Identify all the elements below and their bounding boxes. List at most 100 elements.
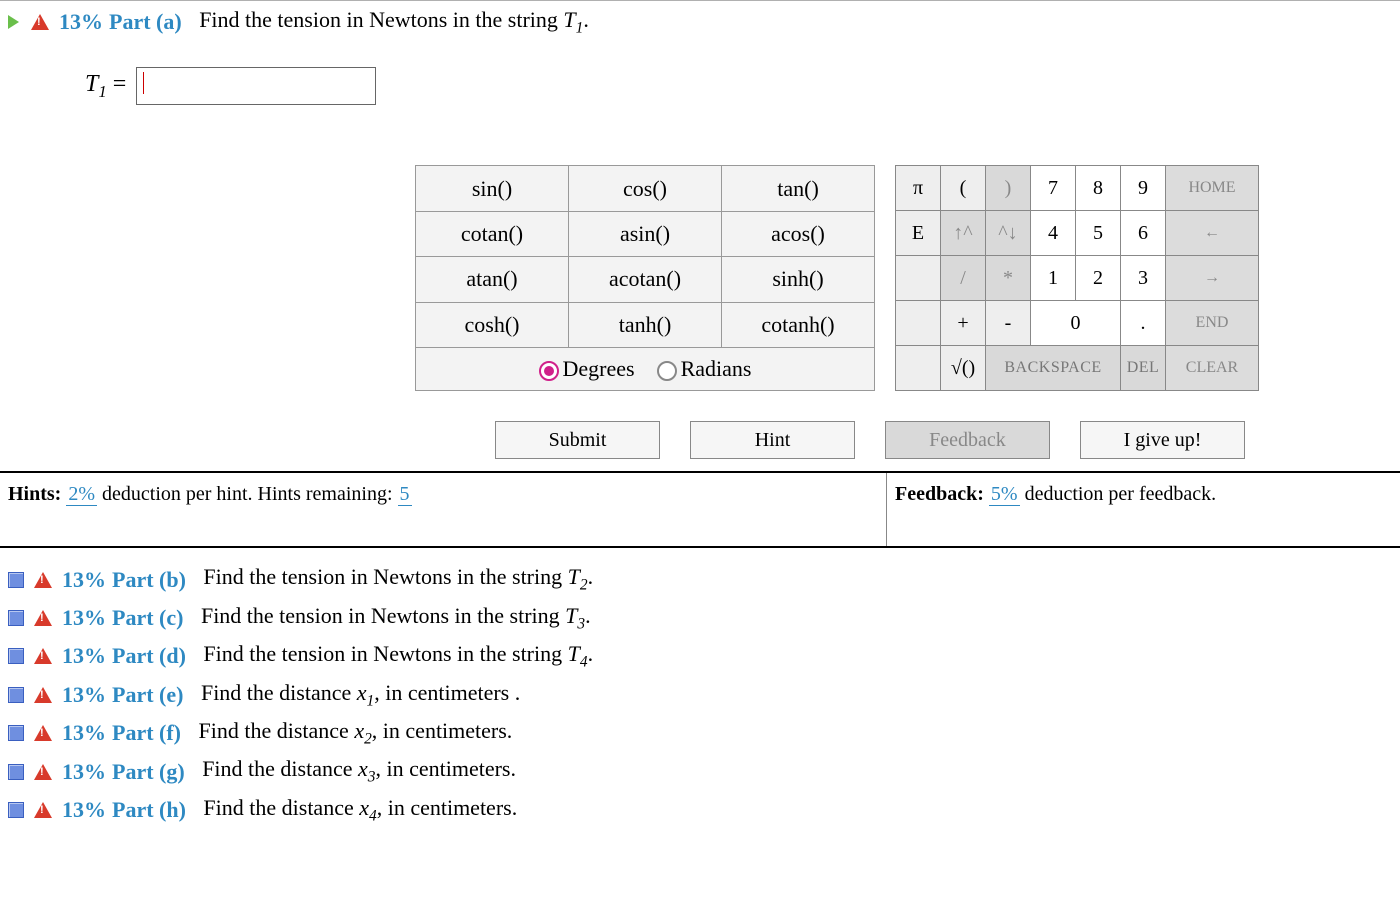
- key-6[interactable]: 6: [1121, 211, 1166, 256]
- warning-icon: [34, 764, 52, 780]
- collapse-icon[interactable]: [8, 725, 24, 741]
- fn-atan[interactable]: atan(): [416, 257, 569, 302]
- part-row[interactable]: 13% Part (d) Find the tension in Newtons…: [8, 637, 1392, 675]
- key-backspace[interactable]: BACKSPACE: [986, 346, 1121, 391]
- collapse-icon[interactable]: [8, 802, 24, 818]
- part-question: Find the distance x4, in centimeters.: [203, 795, 517, 825]
- part-percent: 13%: [62, 567, 106, 593]
- key-up-right[interactable]: ^↓: [986, 211, 1031, 256]
- function-pad: sin() cos() tan() cotan() asin() acos() …: [415, 165, 875, 391]
- fn-asin[interactable]: asin(): [569, 211, 722, 256]
- collapse-icon[interactable]: [8, 648, 24, 664]
- radians-radio[interactable]: Radians: [657, 356, 752, 381]
- part-percent: 13%: [59, 9, 103, 35]
- part-label: Part (c): [112, 605, 183, 631]
- fn-cosh[interactable]: cosh(): [416, 302, 569, 347]
- key-right[interactable]: →: [1166, 256, 1259, 301]
- key-4[interactable]: 4: [1031, 211, 1076, 256]
- key-slash[interactable]: /: [941, 256, 986, 301]
- part-percent: 13%: [62, 682, 106, 708]
- key-7[interactable]: 7: [1031, 166, 1076, 211]
- part-label: Part (d): [112, 643, 186, 669]
- key-sqrt[interactable]: √(): [941, 346, 986, 391]
- key-5[interactable]: 5: [1076, 211, 1121, 256]
- warning-icon: [34, 687, 52, 703]
- key-0[interactable]: 0: [1031, 301, 1121, 346]
- key-9[interactable]: 9: [1121, 166, 1166, 211]
- fn-sinh[interactable]: sinh(): [722, 257, 875, 302]
- part-question: Find the distance x3, in centimeters.: [202, 756, 516, 786]
- keypad-area: sin() cos() tan() cotan() asin() acos() …: [415, 165, 1400, 391]
- key-minus[interactable]: -: [986, 301, 1031, 346]
- part-label: Part (g): [112, 759, 185, 785]
- part-question: Find the distance x2, in centimeters.: [199, 718, 513, 748]
- fn-tanh[interactable]: tanh(): [569, 302, 722, 347]
- key-del[interactable]: DEL: [1121, 346, 1166, 391]
- degrees-radio[interactable]: Degrees: [539, 356, 635, 381]
- part-row[interactable]: 13% Part (b) Find the tension in Newtons…: [8, 560, 1392, 598]
- part-label: Part (a): [109, 9, 182, 35]
- key-2[interactable]: 2: [1076, 256, 1121, 301]
- hint-button[interactable]: Hint: [690, 421, 855, 459]
- warning-icon: [34, 572, 52, 588]
- warning-icon: [34, 802, 52, 818]
- part-percent: 13%: [62, 759, 106, 785]
- deduction-row: Hints: 2% deduction per hint. Hints rema…: [0, 471, 1400, 548]
- key-up-left[interactable]: ↑^: [941, 211, 986, 256]
- fn-cotanh[interactable]: cotanh(): [722, 302, 875, 347]
- part-row[interactable]: 13% Part (c) Find the tension in Newtons…: [8, 599, 1392, 637]
- other-parts-list: 13% Part (b) Find the tension in Newtons…: [0, 548, 1400, 849]
- key-blank3: [896, 346, 941, 391]
- warning-icon: [34, 648, 52, 664]
- part-percent: 13%: [62, 720, 106, 746]
- key-pi[interactable]: π: [896, 166, 941, 211]
- key-plus[interactable]: +: [941, 301, 986, 346]
- part-label: Part (e): [112, 682, 183, 708]
- key-home[interactable]: HOME: [1166, 166, 1259, 211]
- key-blank2: [896, 301, 941, 346]
- fn-sin[interactable]: sin(): [416, 166, 569, 211]
- feedback-info: Feedback: 5% deduction per feedback.: [887, 473, 1400, 546]
- feedback-button[interactable]: Feedback: [885, 421, 1050, 459]
- part-question: Find the tension in Newtons in the strin…: [203, 564, 593, 594]
- fn-cotan[interactable]: cotan(): [416, 211, 569, 256]
- key-e[interactable]: E: [896, 211, 941, 256]
- expand-icon[interactable]: [8, 15, 19, 29]
- key-lparen[interactable]: (: [941, 166, 986, 211]
- part-percent: 13%: [62, 797, 106, 823]
- part-row[interactable]: 13% Part (e) Find the distance x1, in ce…: [8, 676, 1392, 714]
- key-dot[interactable]: .: [1121, 301, 1166, 346]
- part-question: Find the tension in Newtons in the strin…: [203, 641, 593, 671]
- fn-tan[interactable]: tan(): [722, 166, 875, 211]
- collapse-icon[interactable]: [8, 764, 24, 780]
- part-a-header: 13% Part (a) Find the tension in Newtons…: [0, 5, 1400, 37]
- collapse-icon[interactable]: [8, 687, 24, 703]
- key-1[interactable]: 1: [1031, 256, 1076, 301]
- action-row: Submit Hint Feedback I give up!: [415, 421, 1325, 459]
- key-end[interactable]: END: [1166, 301, 1259, 346]
- key-blank: [896, 256, 941, 301]
- part-row[interactable]: 13% Part (h) Find the distance x4, in ce…: [8, 791, 1392, 829]
- part-label: Part (h): [112, 797, 186, 823]
- fn-cos[interactable]: cos(): [569, 166, 722, 211]
- answer-line: T1 =: [85, 67, 1400, 105]
- collapse-icon[interactable]: [8, 572, 24, 588]
- key-clear[interactable]: CLEAR: [1166, 346, 1259, 391]
- fn-acotan[interactable]: acotan(): [569, 257, 722, 302]
- giveup-button[interactable]: I give up!: [1080, 421, 1245, 459]
- part-label: Part (b): [112, 567, 186, 593]
- key-star[interactable]: *: [986, 256, 1031, 301]
- part-row[interactable]: 13% Part (g) Find the distance x3, in ce…: [8, 752, 1392, 790]
- key-left[interactable]: ←: [1166, 211, 1259, 256]
- collapse-icon[interactable]: [8, 610, 24, 626]
- key-8[interactable]: 8: [1076, 166, 1121, 211]
- answer-input[interactable]: [136, 67, 376, 105]
- part-row[interactable]: 13% Part (f) Find the distance x2, in ce…: [8, 714, 1392, 752]
- submit-button[interactable]: Submit: [495, 421, 660, 459]
- key-3[interactable]: 3: [1121, 256, 1166, 301]
- key-rparen[interactable]: ): [986, 166, 1031, 211]
- angle-mode-row: Degrees Radians: [416, 347, 875, 390]
- part-question: Find the distance x1, in centimeters .: [201, 680, 520, 710]
- fn-acos[interactable]: acos(): [722, 211, 875, 256]
- part-label: Part (f): [112, 720, 181, 746]
